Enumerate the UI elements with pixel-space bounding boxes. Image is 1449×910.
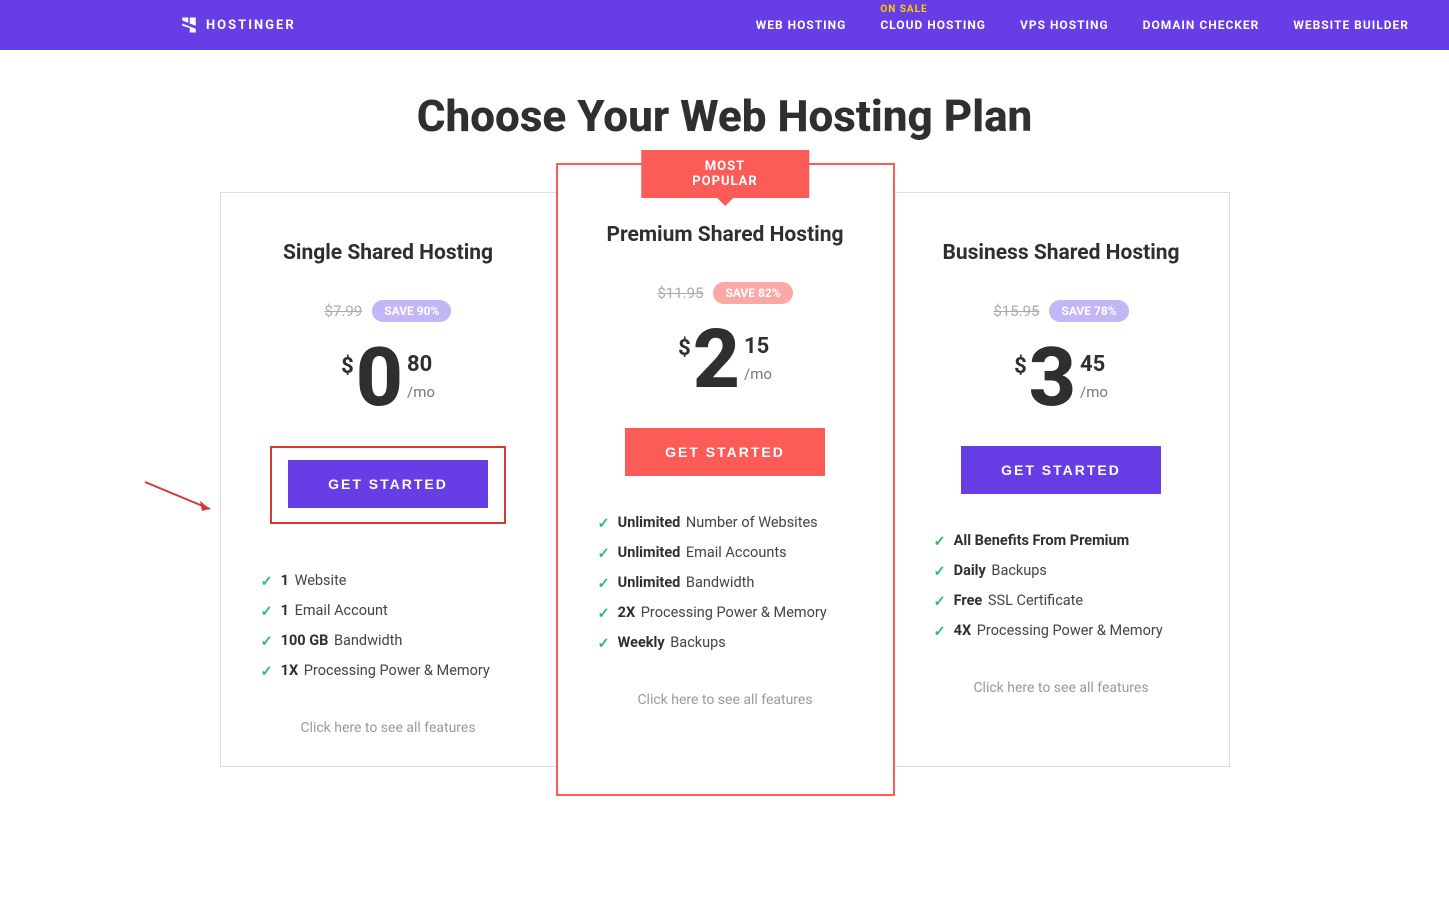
price-period: /mo xyxy=(407,383,435,401)
check-icon: ✓ xyxy=(261,663,273,680)
currency-symbol: $ xyxy=(341,354,354,379)
old-price: $11.95 xyxy=(657,284,703,302)
check-icon: ✓ xyxy=(934,533,946,550)
get-started-button[interactable]: GET STARTED xyxy=(625,428,825,476)
price-row: $7.99 SAVE 90% xyxy=(251,300,526,322)
plan-premium: MOST POPULAR Premium Shared Hosting $11.… xyxy=(556,163,895,796)
price-main: 0 xyxy=(356,342,403,416)
plan-title: Business Shared Hosting xyxy=(924,241,1199,265)
top-nav: HOSTINGER WEB HOSTING ON SALE CLOUD HOST… xyxy=(0,0,1449,50)
check-icon: ✓ xyxy=(261,603,273,620)
nav-vps-hosting[interactable]: VPS HOSTING xyxy=(1020,18,1109,32)
feature-item: ✓1 Website xyxy=(261,572,516,590)
save-badge: SAVE 78% xyxy=(1049,300,1128,322)
check-icon: ✓ xyxy=(598,515,610,532)
nav-website-builder[interactable]: WEBSITE BUILDER xyxy=(1293,18,1409,32)
feature-item: ✓1X Processing Power & Memory xyxy=(261,662,516,680)
feature-item: ✓Daily Backups xyxy=(934,562,1189,580)
nav-links: WEB HOSTING ON SALE CLOUD HOSTING VPS HO… xyxy=(756,18,1409,32)
price-period: /mo xyxy=(744,365,772,383)
price-cents: 15 xyxy=(744,334,769,359)
plans-row: Single Shared Hosting $7.99 SAVE 90% $ 0… xyxy=(220,192,1230,767)
page-title: Choose Your Web Hosting Plan xyxy=(0,90,1449,142)
price-display: $ 0 80 /mo xyxy=(251,342,526,416)
see-all-features-link[interactable]: Click here to see all features xyxy=(588,692,863,708)
price-row: $11.95 SAVE 82% xyxy=(588,282,863,304)
check-icon: ✓ xyxy=(598,635,610,652)
price-display: $ 2 15 /mo xyxy=(588,324,863,398)
nav-domain-checker[interactable]: DOMAIN CHECKER xyxy=(1143,18,1260,32)
price-display: $ 3 45 /mo xyxy=(924,342,1199,416)
check-icon: ✓ xyxy=(598,545,610,562)
currency-symbol: $ xyxy=(678,336,691,361)
old-price: $7.99 xyxy=(325,302,363,320)
check-icon: ✓ xyxy=(934,563,946,580)
nav-web-hosting[interactable]: WEB HOSTING xyxy=(756,18,847,32)
feature-list: ✓All Benefits From Premium ✓Daily Backup… xyxy=(934,532,1189,640)
price-row: $15.95 SAVE 78% xyxy=(924,300,1199,322)
brand-name: HOSTINGER xyxy=(206,18,296,33)
nav-cloud-hosting[interactable]: ON SALE CLOUD HOSTING xyxy=(880,18,986,32)
price-main: 2 xyxy=(693,324,740,398)
get-started-button[interactable]: GET STARTED xyxy=(288,460,488,508)
feature-list: ✓Unlimited Number of Websites ✓Unlimited… xyxy=(598,514,853,652)
price-cents: 45 xyxy=(1080,352,1105,377)
annotation-highlight-box: GET STARTED xyxy=(270,446,506,524)
nav-cloud-hosting-label: CLOUD HOSTING xyxy=(880,18,986,32)
check-icon: ✓ xyxy=(598,575,610,592)
feature-item: ✓1 Email Account xyxy=(261,602,516,620)
annotation-arrow xyxy=(140,477,220,521)
plan-business: Business Shared Hosting $15.95 SAVE 78% … xyxy=(894,193,1229,766)
get-started-button[interactable]: GET STARTED xyxy=(961,446,1161,494)
feature-item: ✓All Benefits From Premium xyxy=(934,532,1189,550)
see-all-features-link[interactable]: Click here to see all features xyxy=(251,720,526,736)
see-all-features-link[interactable]: Click here to see all features xyxy=(924,680,1199,696)
feature-item: ✓Unlimited Bandwidth xyxy=(598,574,853,592)
feature-item: ✓Weekly Backups xyxy=(598,634,853,652)
feature-item: ✓Unlimited Number of Websites xyxy=(598,514,853,532)
price-cents: 80 xyxy=(407,352,432,377)
check-icon: ✓ xyxy=(598,605,610,622)
hostinger-logo-icon xyxy=(180,16,198,34)
most-popular-ribbon: MOST POPULAR xyxy=(641,150,809,198)
check-icon: ✓ xyxy=(934,623,946,640)
plan-title: Premium Shared Hosting xyxy=(588,223,863,247)
currency-symbol: $ xyxy=(1014,354,1027,379)
plans-container: Single Shared Hosting $7.99 SAVE 90% $ 0… xyxy=(220,192,1230,767)
on-sale-badge: ON SALE xyxy=(880,4,927,15)
price-main: 3 xyxy=(1029,342,1076,416)
brand-logo[interactable]: HOSTINGER xyxy=(180,16,296,34)
feature-item: ✓Unlimited Email Accounts xyxy=(598,544,853,562)
feature-item: ✓2X Processing Power & Memory xyxy=(598,604,853,622)
save-badge: SAVE 90% xyxy=(372,300,451,322)
old-price: $15.95 xyxy=(993,302,1039,320)
feature-item: ✓4X Processing Power & Memory xyxy=(934,622,1189,640)
save-badge: SAVE 82% xyxy=(713,282,792,304)
feature-item: ✓100 GB Bandwidth xyxy=(261,632,516,650)
price-period: /mo xyxy=(1080,383,1108,401)
feature-list: ✓1 Website ✓1 Email Account ✓100 GB Band… xyxy=(261,572,516,680)
check-icon: ✓ xyxy=(934,593,946,610)
feature-item: ✓Free SSL Certificate xyxy=(934,592,1189,610)
check-icon: ✓ xyxy=(261,573,273,590)
check-icon: ✓ xyxy=(261,633,273,650)
plan-title: Single Shared Hosting xyxy=(251,241,526,265)
plan-single: Single Shared Hosting $7.99 SAVE 90% $ 0… xyxy=(221,193,557,766)
